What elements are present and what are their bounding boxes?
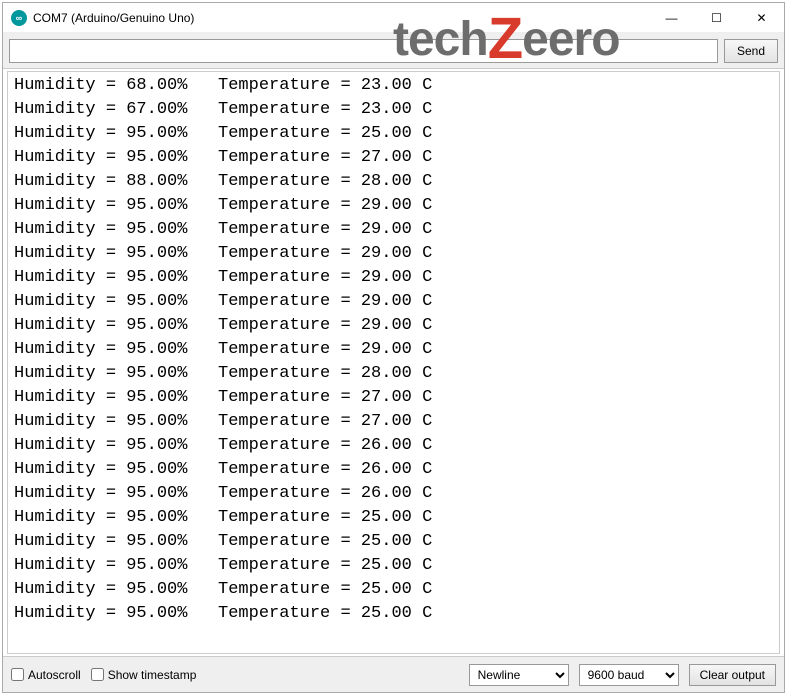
autoscroll-label: Autoscroll: [28, 668, 81, 682]
arduino-icon: ∞: [11, 10, 27, 26]
line-ending-select[interactable]: Newline: [469, 664, 569, 686]
timestamp-checkbox[interactable]: [91, 668, 104, 681]
timestamp-label: Show timestamp: [108, 668, 197, 682]
autoscroll-checkbox[interactable]: [11, 668, 24, 681]
autoscroll-control[interactable]: Autoscroll: [11, 668, 81, 682]
window-title: COM7 (Arduino/Genuino Uno): [33, 11, 194, 25]
serial-input[interactable]: [9, 39, 718, 63]
minimize-button[interactable]: —: [649, 3, 694, 32]
timestamp-control[interactable]: Show timestamp: [91, 668, 197, 682]
send-button[interactable]: Send: [724, 39, 778, 63]
clear-output-button[interactable]: Clear output: [689, 664, 776, 686]
send-toolbar: Send: [3, 33, 784, 69]
baud-select[interactable]: 9600 baud: [579, 664, 679, 686]
titlebar: ∞ COM7 (Arduino/Genuino Uno) — ☐ ✕: [3, 3, 784, 33]
close-button[interactable]: ✕: [739, 3, 784, 32]
bottom-bar: Autoscroll Show timestamp Newline 9600 b…: [3, 656, 784, 692]
serial-output[interactable]: Humidity = 68.00% Temperature = 23.00 C …: [7, 71, 780, 654]
maximize-button[interactable]: ☐: [694, 3, 739, 32]
serial-monitor-window: ∞ COM7 (Arduino/Genuino Uno) — ☐ ✕ Send …: [2, 2, 785, 693]
